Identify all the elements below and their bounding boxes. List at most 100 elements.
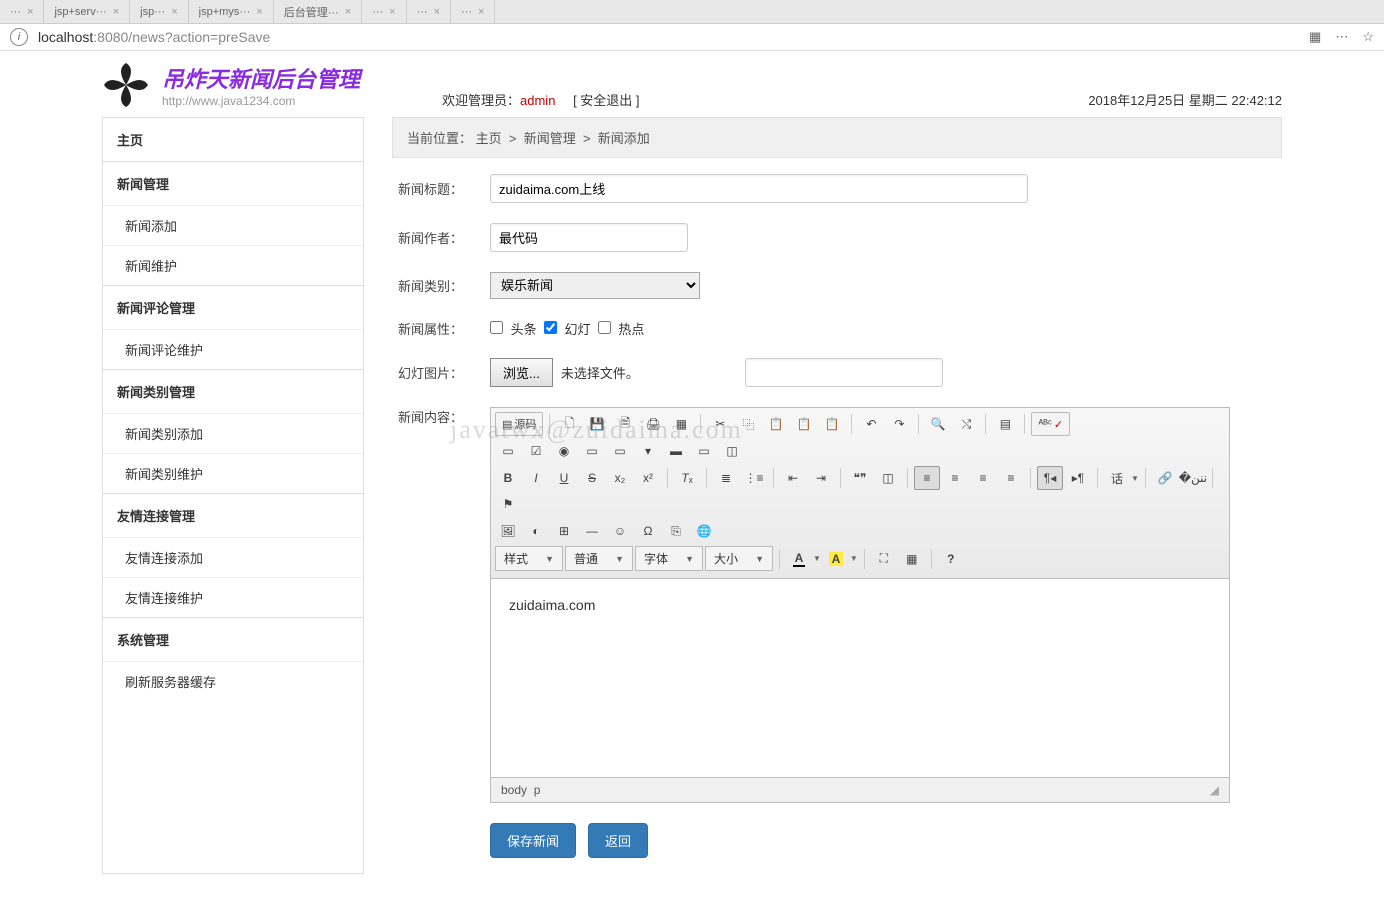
selectall-icon[interactable]: ▤ bbox=[992, 412, 1018, 436]
format-combo[interactable]: 普通▼ bbox=[565, 546, 633, 571]
bulletlist-icon[interactable]: ⋮≡ bbox=[741, 466, 767, 490]
paste-word-icon[interactable]: 📋 bbox=[819, 412, 845, 436]
paste-icon[interactable]: 📋 bbox=[763, 412, 789, 436]
flash-icon[interactable]: ◐ bbox=[523, 519, 549, 543]
save-button[interactable]: 保存新闻 bbox=[490, 823, 576, 858]
close-icon[interactable]: × bbox=[27, 6, 33, 18]
image-icon[interactable]: 🖼 bbox=[495, 519, 521, 543]
italic-icon[interactable]: I bbox=[523, 466, 549, 490]
print-icon[interactable]: 🖨 bbox=[640, 412, 666, 436]
slide-path-input[interactable] bbox=[745, 358, 943, 387]
rtl-icon[interactable]: ▸¶ bbox=[1065, 466, 1091, 490]
redo-icon[interactable]: ↷ bbox=[886, 412, 912, 436]
crumb-news[interactable]: 新闻管理 bbox=[524, 131, 576, 146]
align-center-icon[interactable]: ≡ bbox=[942, 466, 968, 490]
copy-icon[interactable]: ⿻ bbox=[735, 412, 761, 436]
style-combo[interactable]: 样式▼ bbox=[495, 546, 563, 571]
sidebar-item-link-maint[interactable]: 友情连接维护 bbox=[103, 577, 363, 617]
imagebutton-icon[interactable]: ▭ bbox=[691, 439, 717, 463]
close-icon[interactable]: × bbox=[113, 6, 119, 18]
ltr-icon[interactable]: ¶◂ bbox=[1037, 466, 1063, 490]
language-button[interactable]: 话 bbox=[1104, 466, 1130, 490]
button-icon[interactable]: ▬ bbox=[663, 439, 689, 463]
size-combo[interactable]: 大小▼ bbox=[705, 546, 773, 571]
back-button[interactable]: 返回 bbox=[588, 823, 648, 858]
checkbox-slide[interactable]: 幻灯 bbox=[544, 319, 591, 338]
info-icon[interactable]: i bbox=[10, 28, 28, 46]
showblocks-icon[interactable]: ▦ bbox=[899, 547, 925, 571]
iframe-icon[interactable]: 🌐 bbox=[691, 519, 717, 543]
more-icon[interactable]: ⋯ bbox=[1335, 29, 1348, 45]
browser-tab[interactable]: jsp···× bbox=[130, 0, 189, 23]
sidebar-item-category-maint[interactable]: 新闻类别维护 bbox=[103, 453, 363, 493]
checkbox-icon[interactable]: ☑ bbox=[523, 439, 549, 463]
close-icon[interactable]: × bbox=[434, 6, 440, 18]
browser-tab[interactable]: ···× bbox=[0, 0, 44, 23]
browser-tab[interactable]: ···× bbox=[451, 0, 495, 23]
underline-icon[interactable]: U bbox=[551, 466, 577, 490]
browser-tab[interactable]: ···× bbox=[407, 0, 451, 23]
form-icon[interactable]: ▭ bbox=[495, 439, 521, 463]
paste-text-icon[interactable]: 📋 bbox=[791, 412, 817, 436]
anchor-icon[interactable]: ⚑ bbox=[495, 492, 521, 516]
superscript-icon[interactable]: x² bbox=[635, 466, 661, 490]
save-icon[interactable]: 💾 bbox=[584, 412, 610, 436]
sidebar-item-link-add[interactable]: 友情连接添加 bbox=[103, 537, 363, 577]
align-left-icon[interactable]: ≡ bbox=[914, 466, 940, 490]
hr-icon[interactable]: — bbox=[579, 519, 605, 543]
smiley-icon[interactable]: ☺ bbox=[607, 519, 633, 543]
unlink-icon[interactable]: �ننن bbox=[1180, 466, 1206, 490]
outdent-icon[interactable]: ⇤ bbox=[780, 466, 806, 490]
sidebar-item-news-maint[interactable]: 新闻维护 bbox=[103, 245, 363, 285]
textcolor-icon[interactable]: A bbox=[786, 547, 812, 571]
author-input[interactable] bbox=[490, 223, 688, 252]
subscript-icon[interactable]: x₂ bbox=[607, 466, 633, 490]
editor-body[interactable]: zuidaima.com bbox=[491, 579, 1229, 777]
numlist-icon[interactable]: ≣ bbox=[713, 466, 739, 490]
source-button[interactable]: ▤ 源码 bbox=[495, 412, 543, 436]
close-icon[interactable]: × bbox=[256, 6, 262, 18]
blockquote-icon[interactable]: ❝❞ bbox=[847, 466, 873, 490]
textfield-icon[interactable]: ▭ bbox=[579, 439, 605, 463]
maximize-icon[interactable]: ⛶ bbox=[871, 547, 897, 571]
browser-tab[interactable]: jsp+mys···× bbox=[189, 0, 274, 23]
find-icon[interactable]: 🔍 bbox=[925, 412, 951, 436]
close-icon[interactable]: × bbox=[389, 6, 395, 18]
checkbox-hot[interactable]: 热点 bbox=[598, 319, 645, 338]
bold-icon[interactable]: B bbox=[495, 466, 521, 490]
align-justify-icon[interactable]: ≡ bbox=[998, 466, 1024, 490]
about-icon[interactable]: ? bbox=[938, 547, 964, 571]
browser-tab[interactable]: jsp+serv···× bbox=[44, 0, 130, 23]
hidden-icon[interactable]: ◫ bbox=[719, 439, 745, 463]
undo-icon[interactable]: ↶ bbox=[858, 412, 884, 436]
sidebar-item-category-add[interactable]: 新闻类别添加 bbox=[103, 413, 363, 453]
path-p[interactable]: p bbox=[534, 783, 541, 797]
checkbox-headline[interactable]: 头条 bbox=[490, 319, 537, 338]
replace-icon[interactable]: ⤭ bbox=[953, 412, 979, 436]
sidebar-item-refresh-cache[interactable]: 刷新服务器缓存 bbox=[103, 661, 363, 701]
crumb-home[interactable]: 主页 bbox=[476, 131, 502, 146]
preview-icon[interactable]: 🗎 bbox=[612, 412, 638, 436]
bgcolor-icon[interactable]: A bbox=[823, 547, 849, 571]
new-icon[interactable]: 🗋 bbox=[556, 412, 582, 436]
spellcheck-button[interactable]: ᴬᴮᶜ✓ bbox=[1031, 412, 1070, 436]
cut-icon[interactable]: ✂ bbox=[707, 412, 733, 436]
category-select[interactable]: 娱乐新闻 bbox=[490, 272, 700, 299]
sidebar-home[interactable]: 主页 bbox=[103, 118, 363, 161]
div-icon[interactable]: ◫ bbox=[875, 466, 901, 490]
radio-icon[interactable]: ◉ bbox=[551, 439, 577, 463]
resize-handle-icon[interactable]: ◢ bbox=[1210, 783, 1219, 797]
indent-icon[interactable]: ⇥ bbox=[808, 466, 834, 490]
browse-button[interactable]: 浏览... bbox=[490, 358, 553, 387]
sidebar-item-news-add[interactable]: 新闻添加 bbox=[103, 205, 363, 245]
link-icon[interactable]: 🔗 bbox=[1152, 466, 1178, 490]
url-field[interactable]: localhost:8080/news?action=preSave bbox=[38, 29, 1299, 45]
close-icon[interactable]: × bbox=[478, 6, 484, 18]
path-body[interactable]: body bbox=[501, 783, 527, 797]
template-icon[interactable]: ▦ bbox=[668, 412, 694, 436]
textarea-icon[interactable]: ▭ bbox=[607, 439, 633, 463]
star-icon[interactable]: ☆ bbox=[1362, 29, 1374, 45]
browser-tab[interactable]: ···× bbox=[362, 0, 406, 23]
select-icon[interactable]: ▾ bbox=[635, 439, 661, 463]
removeformat-icon[interactable]: Tₓ bbox=[674, 466, 700, 490]
